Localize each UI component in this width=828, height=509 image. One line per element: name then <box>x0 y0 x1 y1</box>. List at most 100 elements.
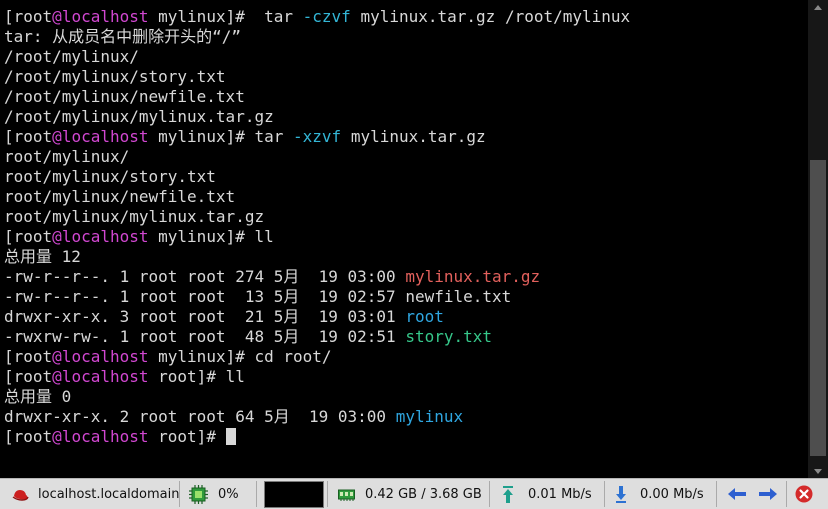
terminal-text: @ <box>52 227 62 246</box>
terminal-text: -rwxrw-rw-. 1 root root 48 5月 19 02:51 <box>4 327 406 346</box>
terminal-text: drwxr-xr-x. 3 root root 21 5月 19 03:01 <box>4 307 406 326</box>
divider <box>716 481 717 507</box>
download-arrow-icon <box>616 485 626 503</box>
terminal-text: [root <box>4 427 53 446</box>
terminal-text: localhost <box>61 227 149 246</box>
terminal-text: root]# <box>148 427 226 446</box>
upload-arrow-icon <box>503 485 513 503</box>
terminal-text: tar: 从成员名中删除开头的“/” <box>4 27 242 46</box>
terminal-line: [root@localhost root]# <box>4 427 630 447</box>
terminal-text: drwxr-xr-x. 2 root root 64 5月 19 03:00 <box>4 407 396 426</box>
terminal-line: drwxr-xr-x. 3 root root 21 5月 19 03:01 r… <box>4 307 630 327</box>
terminal-line: root/mylinux/mylinux.tar.gz <box>4 207 630 227</box>
terminal-text: [root <box>4 347 53 366</box>
terminal-line: root/mylinux/ <box>4 147 630 167</box>
upload-speed: 0.01 Mb/s <box>528 486 592 502</box>
forward-button[interactable] <box>758 479 778 509</box>
terminal-text: @ <box>52 7 62 26</box>
terminal-text: -rw-r--r--. 1 root root 13 5月 19 02:57 n… <box>4 287 512 306</box>
terminal-text: mylinux.tar.gz <box>405 267 541 286</box>
terminal-text: mylinux]# tar <box>148 7 303 26</box>
back-button[interactable] <box>727 479 747 509</box>
memory-icon <box>338 489 355 501</box>
terminal-text: mylinux]# ll <box>148 227 274 246</box>
terminal-text: 总用量 0 <box>4 387 72 406</box>
terminal-text: [root <box>4 127 53 146</box>
terminal-line: [root@localhost mylinux]# cd root/ <box>4 347 630 367</box>
terminal-text: @ <box>52 347 62 366</box>
terminal-text: /root/mylinux/newfile.txt <box>4 87 245 106</box>
terminal-line: [root@localhost root]# ll <box>4 367 630 387</box>
terminal-text: story.txt <box>405 327 493 346</box>
divider <box>256 481 257 507</box>
cpu-graph <box>264 481 324 508</box>
terminal-line: root/mylinux/newfile.txt <box>4 187 630 207</box>
host-indicator[interactable]: localhost.localdomain <box>12 479 179 509</box>
terminal-text: /root/mylinux/story.txt <box>4 67 226 86</box>
terminal-text: mylinux]# tar <box>148 127 294 146</box>
terminal-line: drwxr-xr-x. 2 root root 64 5月 19 03:00 m… <box>4 407 630 427</box>
divider <box>786 481 787 507</box>
terminal-text: localhost <box>61 427 149 446</box>
terminal-text: root/mylinux/newfile.txt <box>4 187 236 206</box>
terminal-text: -rw-r--r--. 1 root root 274 5月 19 03:00 <box>4 267 406 286</box>
terminal-cursor <box>225 428 236 445</box>
terminal-text: root/mylinux/ <box>4 147 130 166</box>
terminal-text: root/mylinux/story.txt <box>4 167 216 186</box>
memory-indicator[interactable]: 0.42 GB / 3.68 GB <box>338 479 482 509</box>
memory-usage: 0.42 GB / 3.68 GB <box>365 486 482 502</box>
divider <box>604 481 605 507</box>
terminal-text: [root <box>4 227 53 246</box>
download-indicator[interactable]: 0.00 Mb/s <box>615 479 704 509</box>
terminal-line: [root@localhost mylinux]# tar -xzvf myli… <box>4 127 630 147</box>
terminal-text: /root/mylinux/ <box>4 47 139 66</box>
redhat-icon <box>12 489 29 501</box>
terminal-text: localhost <box>61 7 149 26</box>
arrow-right-icon <box>759 488 777 500</box>
terminal-text: @ <box>52 127 62 146</box>
status-bar: localhost.localdomain 0% 0.42 GB / 3.68 … <box>0 478 828 509</box>
terminal-line: /root/mylinux/ <box>4 47 630 67</box>
divider <box>327 481 328 507</box>
terminal-text: root <box>405 307 444 326</box>
cpu-chip-icon <box>189 484 208 504</box>
terminal-output[interactable]: [root@localhost mylinux]# tar -czvf myli… <box>0 0 808 478</box>
terminal-text: @ <box>52 427 62 446</box>
close-icon <box>795 485 813 503</box>
terminal-text: @ <box>52 367 62 386</box>
upload-indicator[interactable]: 0.01 Mb/s <box>502 479 592 509</box>
terminal-lines: [root@localhost mylinux]# tar -czvf myli… <box>4 7 630 447</box>
terminal-text: [root <box>4 7 53 26</box>
arrow-left-icon <box>728 488 746 500</box>
terminal-line: tar: 从成员名中删除开头的“/” <box>4 27 630 47</box>
terminal-line: /root/mylinux/newfile.txt <box>4 87 630 107</box>
terminal-line: 总用量 12 <box>4 247 630 267</box>
terminal-line: root/mylinux/story.txt <box>4 167 630 187</box>
close-button[interactable] <box>795 479 813 509</box>
terminal-text: [root <box>4 367 53 386</box>
terminal-line: -rw-r--r--. 1 root root 274 5月 19 03:00 … <box>4 267 630 287</box>
terminal-line: -rwxrw-rw-. 1 root root 48 5月 19 02:51 s… <box>4 327 630 347</box>
scroll-up-arrow-icon[interactable] <box>808 0 828 14</box>
terminal-text: 总用量 12 <box>4 247 81 266</box>
scroll-down-arrow-icon[interactable] <box>808 464 828 478</box>
terminal-text: -xzvf <box>293 127 342 146</box>
terminal-text: localhost <box>61 367 149 386</box>
terminal-line: /root/mylinux/story.txt <box>4 67 630 87</box>
terminal-line: /root/mylinux/mylinux.tar.gz <box>4 107 630 127</box>
terminal-text: mylinux]# cd root/ <box>148 347 332 366</box>
scrollbar-thumb[interactable] <box>810 160 826 456</box>
terminal-text: root/mylinux/mylinux.tar.gz <box>4 207 265 226</box>
divider <box>179 481 180 507</box>
terminal-line: [root@localhost mylinux]# ll <box>4 227 630 247</box>
terminal-text: /root/mylinux/mylinux.tar.gz <box>4 107 274 126</box>
cpu-usage: 0% <box>218 486 239 502</box>
terminal-text: -czvf <box>302 7 351 26</box>
terminal-text: root]# ll <box>148 367 245 386</box>
terminal-line: 总用量 0 <box>4 387 630 407</box>
terminal-text: mylinux.tar.gz <box>341 127 486 146</box>
host-name: localhost.localdomain <box>38 486 180 502</box>
cpu-indicator[interactable]: 0% <box>189 479 239 509</box>
vertical-scrollbar[interactable] <box>808 0 828 478</box>
terminal-text: localhost <box>61 347 149 366</box>
